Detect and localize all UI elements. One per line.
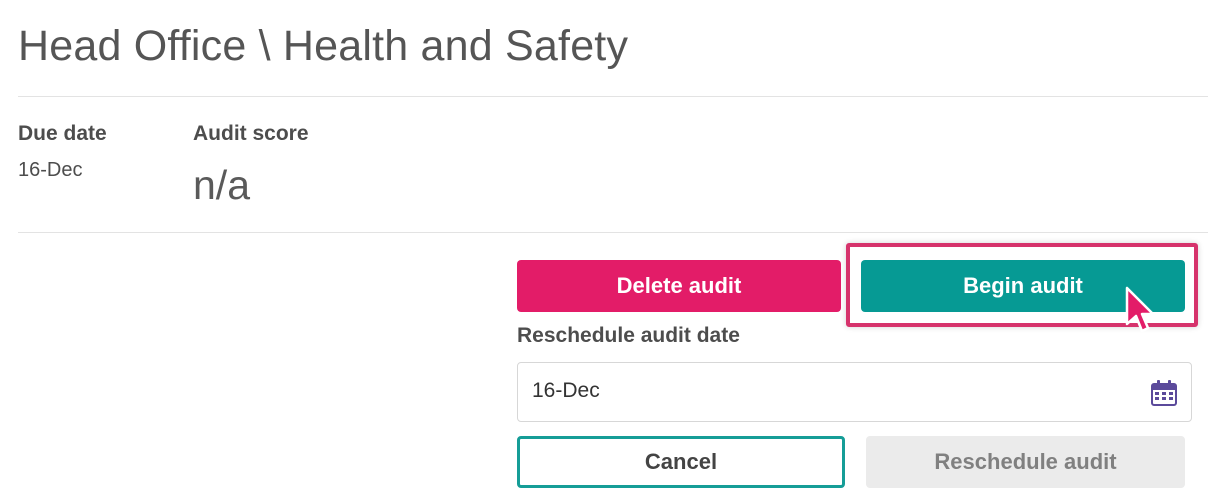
header-divider bbox=[18, 96, 1208, 97]
audit-score-value: n/a bbox=[193, 162, 250, 208]
due-date-label: Due date bbox=[18, 122, 107, 145]
audit-detail-page: Head Office \ Health and Safety Due date… bbox=[0, 0, 1208, 500]
reschedule-audit-button[interactable]: Reschedule audit bbox=[866, 436, 1185, 488]
calendar-icon[interactable] bbox=[1150, 379, 1178, 407]
reschedule-date-label: Reschedule audit date bbox=[517, 324, 740, 347]
audit-score-label: Audit score bbox=[193, 122, 309, 145]
due-date-value: 16-Dec bbox=[18, 159, 83, 181]
reschedule-date-input[interactable]: 16-Dec bbox=[532, 379, 614, 403]
page-title: Head Office \ Health and Safety bbox=[18, 22, 629, 70]
summary-divider bbox=[18, 232, 1208, 233]
delete-audit-button[interactable]: Delete audit bbox=[517, 260, 841, 312]
reschedule-date-field[interactable]: 16-Dec bbox=[517, 362, 1192, 422]
mouse-pointer-icon bbox=[1125, 286, 1154, 333]
cancel-button[interactable]: Cancel bbox=[517, 436, 845, 488]
